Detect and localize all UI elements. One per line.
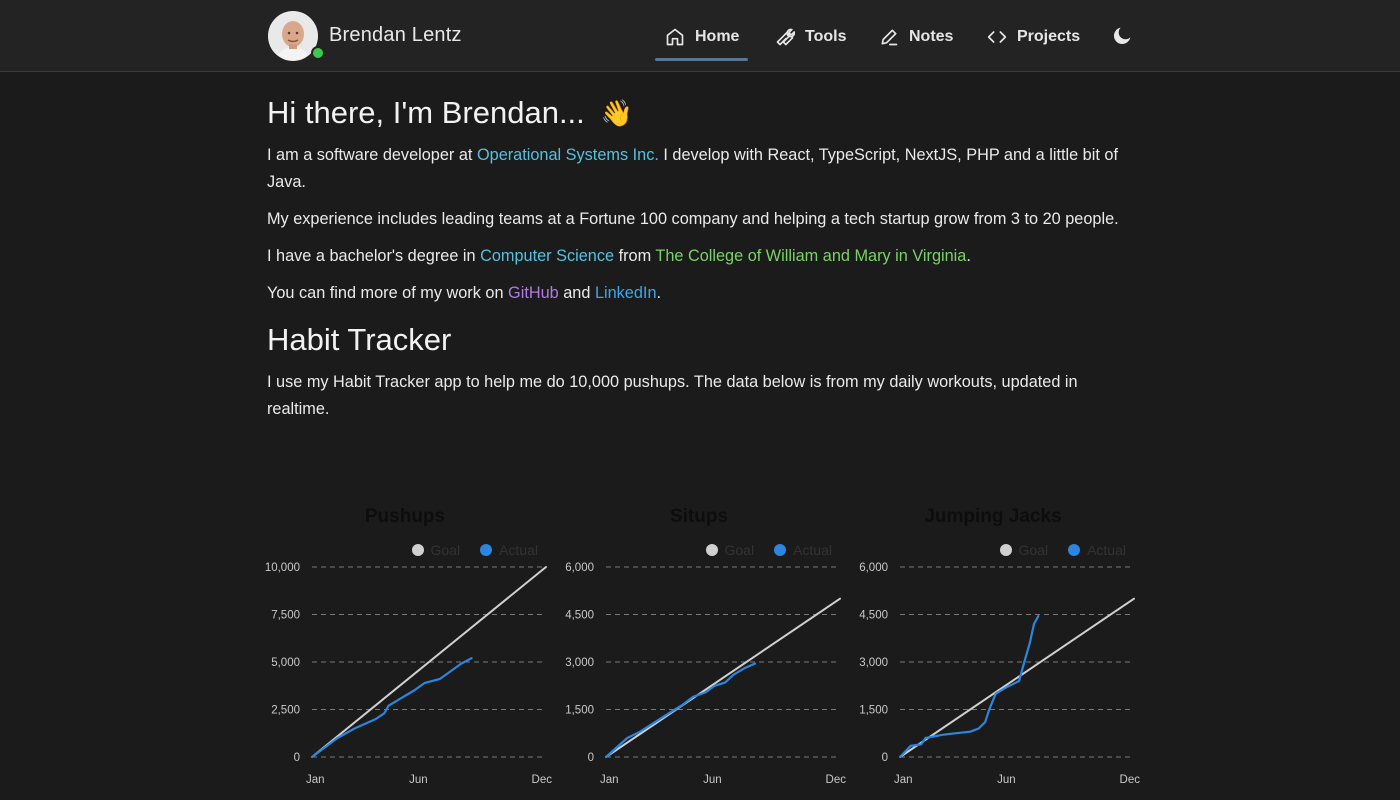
x-tick-label: Jan — [600, 774, 619, 786]
y-tick-label: 7,500 — [271, 610, 300, 622]
x-tick-label: Dec — [532, 774, 552, 786]
top-nav-bar: Brendan Lentz Home Tools Notes Projects — [0, 0, 1400, 72]
jumping-jacks-chart: Jumping Jacks Goal Actual 0 1,500 3,000 4,500 6… — [846, 500, 1140, 800]
nav-notes-label: Notes — [909, 28, 954, 45]
y-tick-label: 6,000 — [565, 562, 594, 574]
site-name[interactable]: Brendan Lentz — [329, 24, 462, 47]
online-status-dot — [311, 46, 325, 60]
waving-hand-emoji: 👋 — [600, 97, 634, 128]
nav-active-indicator — [655, 58, 748, 61]
situps-chart-svg: 0 1,500 3,000 4,500 6,000 Jan Jun Dec — [565, 562, 846, 786]
nav-projects[interactable]: Projects — [987, 24, 1080, 50]
jumping-jacks-goal-line — [899, 597, 1135, 758]
github-link[interactable]: GitHub — [508, 284, 559, 302]
habit-charts: Pushups Goal Actual 0 2,500 5,000 7,500 10,000 J… — [258, 500, 1148, 800]
pencil-icon — [881, 29, 898, 46]
intro-paragraph-job: I am a software developer at Operational… — [267, 142, 1133, 196]
x-tick-label: Jan — [894, 774, 913, 786]
habit-tracker-description: I use my Habit Tracker app to help me do… — [267, 373, 1078, 418]
nav-projects-label: Projects — [1017, 28, 1081, 45]
home-icon — [666, 28, 684, 46]
nav-home[interactable]: Home — [665, 24, 739, 50]
nav-notes[interactable]: Notes — [879, 24, 953, 50]
x-tick-label: Jun — [997, 774, 1016, 786]
pushups-chart: Pushups Goal Actual 0 2,500 5,000 7,500 10,000 J… — [258, 500, 552, 800]
intro-paragraph-links: You can find more of my work on GitHub a… — [267, 280, 1133, 307]
y-tick-label: 1,500 — [859, 705, 888, 717]
x-tick-label: Jun — [409, 774, 428, 786]
main-content: Hi there, I'm Brendan... 👋 I am a softwa… — [267, 90, 1133, 423]
x-tick-label: Dec — [1120, 774, 1140, 786]
intro-text: and — [558, 284, 595, 302]
y-tick-label: 4,500 — [565, 610, 594, 622]
intro-text: I have a bachelor's degree in — [267, 247, 481, 265]
y-tick-label: 3,000 — [859, 657, 888, 669]
situps-goal-line — [605, 597, 841, 758]
code-icon — [987, 31, 1007, 43]
pushups-chart-svg: 0 2,500 5,000 7,500 10,000 Jan Jun Dec — [265, 562, 552, 786]
situps-chart: Situps Goal Actual 0 1,500 3,000 4,500 6,000 Jan… — [552, 500, 846, 800]
greeting-text: Hi there, I'm Brendan... — [267, 95, 585, 130]
nav-tools[interactable]: Tools — [775, 24, 846, 50]
y-tick-label: 1,500 — [565, 705, 594, 717]
y-tick-label: 2,500 — [271, 705, 300, 717]
moon-icon — [1113, 27, 1131, 45]
intro-text: I am a software developer at — [267, 146, 477, 164]
intro-paragraph-experience: My experience includes leading teams at … — [267, 210, 1119, 228]
y-tick-label: 3,000 — [565, 657, 594, 669]
jumping-jacks-actual-line — [898, 615, 1040, 759]
y-tick-label: 0 — [882, 752, 888, 764]
intro-text: . — [656, 284, 662, 302]
operational-systems-link[interactable]: Operational Systems Inc. — [477, 146, 659, 164]
intro-text: You can find more of my work on — [267, 284, 509, 302]
theme-toggle-button[interactable] — [1112, 24, 1134, 51]
x-tick-label: Jun — [703, 774, 722, 786]
intro-text: from — [614, 247, 656, 265]
computer-science-link[interactable]: Computer Science — [480, 247, 614, 265]
nav-home-label: Home — [695, 28, 740, 45]
y-tick-label: 5,000 — [271, 657, 300, 669]
jumping-jacks-chart-svg: 0 1,500 3,000 4,500 6,000 Jan Jun Dec — [859, 562, 1140, 786]
wrench-icon — [776, 28, 795, 46]
linkedin-link[interactable]: LinkedIn — [595, 284, 657, 302]
y-tick-label: 10,000 — [265, 562, 300, 574]
intro-text: . — [966, 247, 971, 265]
habit-tracker-heading: Habit Tracker — [267, 322, 452, 357]
x-tick-label: Dec — [826, 774, 846, 786]
y-tick-label: 4,500 — [859, 610, 888, 622]
pushups-actual-line — [310, 657, 473, 759]
x-tick-label: Jan — [306, 774, 325, 786]
y-tick-label: 6,000 — [859, 562, 888, 574]
y-tick-label: 0 — [588, 752, 594, 764]
y-tick-label: 0 — [294, 752, 300, 764]
intro-paragraph-education: I have a bachelor's degree in Computer S… — [267, 243, 1133, 270]
greeting-heading: Hi there, I'm Brendan... 👋 — [267, 90, 1133, 136]
nav-tools-label: Tools — [805, 28, 847, 45]
william-and-mary-link[interactable]: The College of William and Mary in Virgi… — [655, 247, 966, 265]
